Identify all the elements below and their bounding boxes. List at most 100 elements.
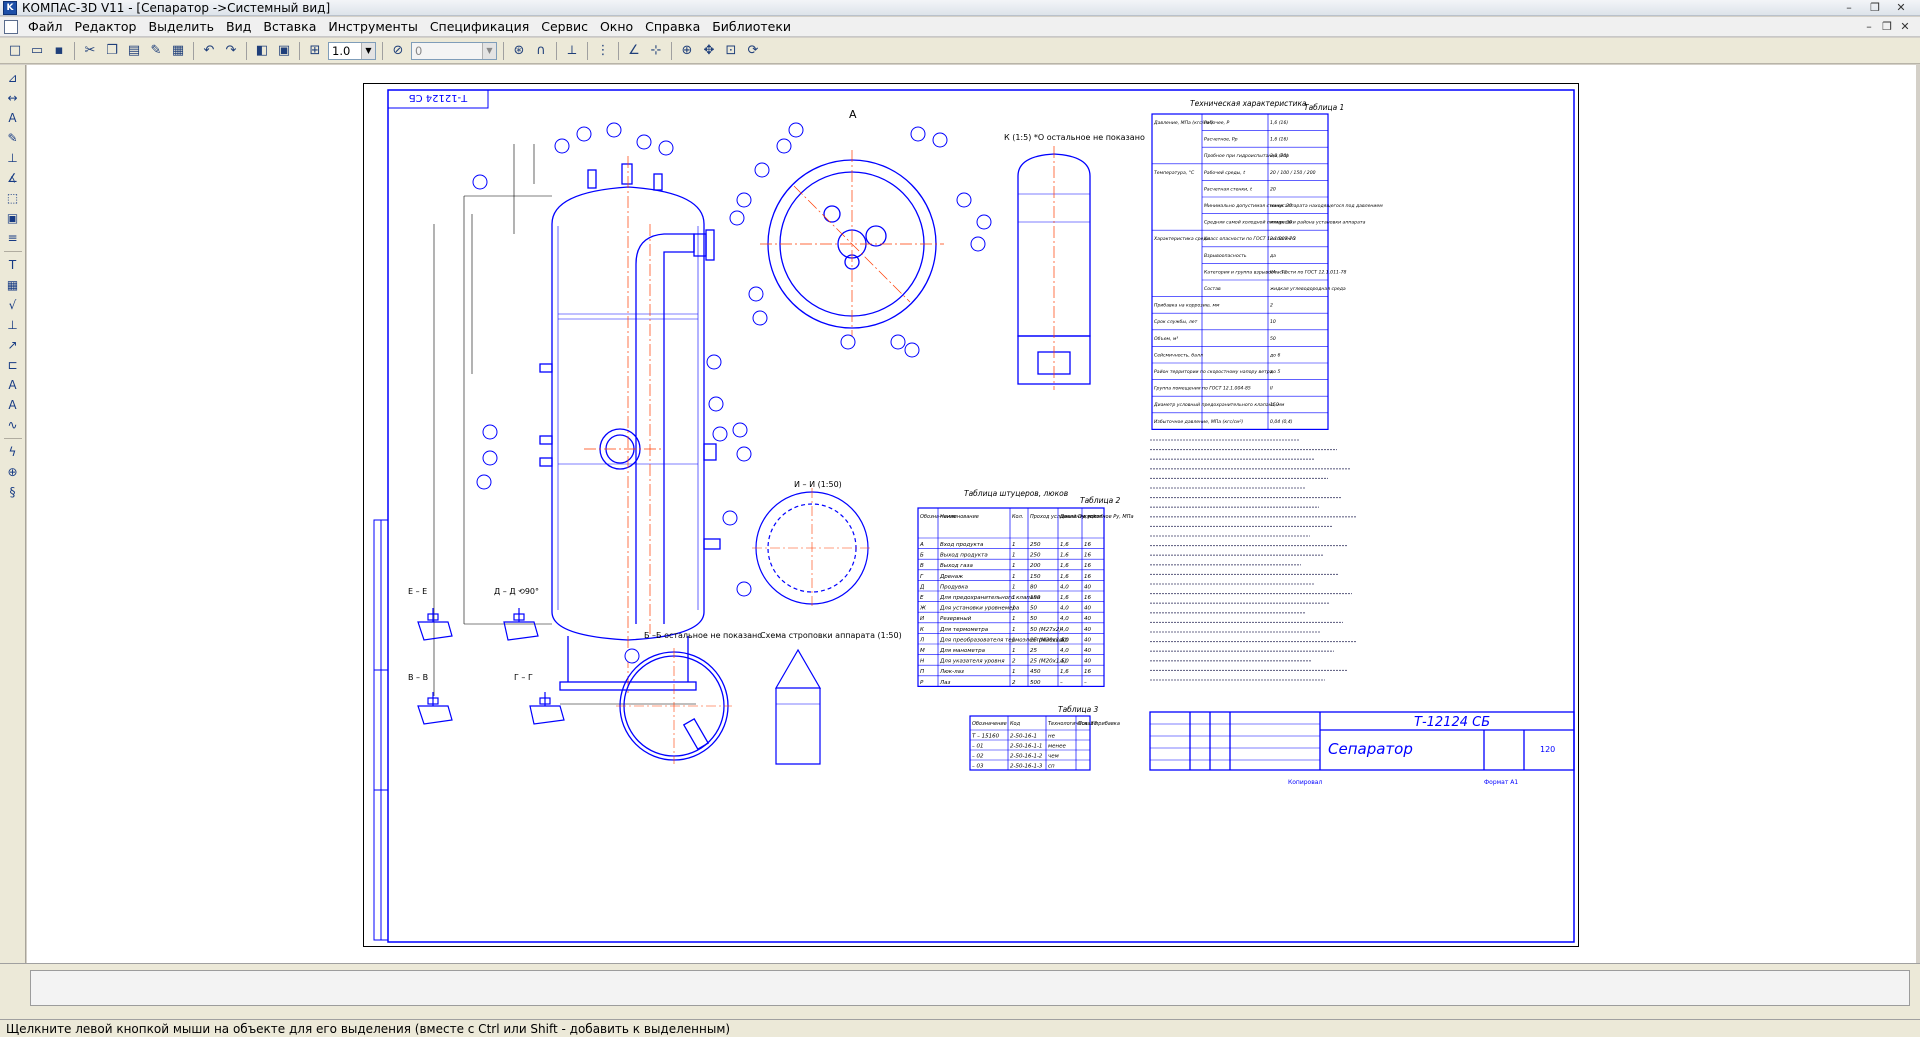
snap-icon[interactable]: ⊛: [509, 41, 529, 61]
table2-cell: Резервный: [940, 616, 972, 622]
menu-editor[interactable]: Редактор: [71, 19, 145, 34]
menu-insert[interactable]: Вставка: [259, 19, 324, 34]
menu-file[interactable]: Файл: [24, 19, 71, 34]
section-ee-label: Е – Е: [408, 587, 427, 596]
grid-icon[interactable]: ⋮: [593, 41, 613, 61]
table2-cell: 16: [1084, 574, 1091, 580]
new-icon[interactable]: □: [5, 41, 25, 61]
table2-cell: 500: [1030, 680, 1041, 686]
property-panel[interactable]: [30, 970, 1910, 1006]
drawing-workspace[interactable]: Т-12124 СБ А К (1:5) *О остальное не пок…: [27, 65, 1920, 963]
local-cs-icon[interactable]: ⊹: [646, 41, 666, 61]
doc-close-button[interactable]: ✕: [1896, 20, 1914, 33]
stamp-mass: 120: [1540, 745, 1555, 754]
table-icon[interactable]: ▦: [3, 275, 23, 295]
angle-icon[interactable]: ∠: [624, 41, 644, 61]
table2-header: кгс/см²: [1084, 514, 1103, 520]
chevron-down-icon[interactable]: ▼: [482, 42, 496, 59]
scale-combo[interactable]: 1.0 ▼: [328, 41, 376, 60]
table2-cell: 1: [1012, 595, 1016, 601]
tolerance-icon[interactable]: ⊏: [3, 355, 23, 375]
table2-cell: 40: [1084, 606, 1091, 612]
table2-cell: 50 (М27х2): [1030, 627, 1062, 633]
center-mark-icon[interactable]: ⊕: [3, 462, 23, 482]
table2-cell: 4,0: [1060, 616, 1069, 622]
document-icon[interactable]: [4, 19, 18, 34]
open-icon[interactable]: ▭: [27, 41, 47, 61]
magnet-icon[interactable]: ∩: [531, 41, 551, 61]
pan-icon[interactable]: ✥: [699, 41, 719, 61]
menu-tools[interactable]: Инструменты: [324, 19, 425, 34]
table2-cell: 16: [1084, 595, 1091, 601]
chevron-down-icon[interactable]: ▼: [361, 42, 375, 59]
kompas-app-icon: K: [3, 0, 17, 15]
table2-cell: 2: [1012, 680, 1016, 686]
close-button[interactable]: ✕: [1888, 1, 1914, 15]
scale-icon: ⊞: [309, 43, 321, 58]
leader-icon[interactable]: ↗: [3, 335, 23, 355]
table3-cell: менее: [1048, 744, 1067, 750]
menu-service[interactable]: Сервис: [537, 19, 596, 34]
table1-cell: 20: [1270, 186, 1276, 192]
undo-icon[interactable]: ↶: [199, 41, 219, 61]
table2-cell: А: [919, 542, 924, 548]
menu-select[interactable]: Выделить: [145, 19, 223, 34]
selection-icon[interactable]: ⬚: [3, 188, 23, 208]
refresh-icon[interactable]: ⟳: [743, 41, 763, 61]
parametrization-icon[interactable]: ⊥: [3, 148, 23, 168]
view-arrow-icon[interactable]: A: [3, 395, 23, 415]
table2-cell: 150: [1030, 595, 1041, 601]
doc-restore-button[interactable]: ❐: [1878, 20, 1896, 33]
copy-icon[interactable]: ❐: [102, 41, 122, 61]
table2-cell: Б: [920, 553, 924, 559]
editing-icon[interactable]: ✎: [3, 128, 23, 148]
property-bar: [0, 963, 1920, 1019]
title-bar: K КОМПАС-3D V11 - [Сепаратор ->Системный…: [0, 0, 1920, 16]
format-painter-icon[interactable]: ✎: [146, 41, 166, 61]
zoom-icon[interactable]: ⊕: [677, 41, 697, 61]
dimensions-icon[interactable]: ↔: [3, 88, 23, 108]
restore-button[interactable]: ❐: [1862, 1, 1888, 15]
spline-icon[interactable]: §: [3, 482, 23, 502]
table2-cell: 450: [1030, 669, 1041, 675]
menu-help[interactable]: Справка: [641, 19, 708, 34]
properties-icon[interactable]: ▦: [168, 41, 188, 61]
table1-cell: Расчетное, Рр: [1204, 137, 1238, 143]
window-controls: – ❐ ✕: [1836, 1, 1914, 15]
measure-icon[interactable]: ∡: [3, 168, 23, 188]
layer-combo[interactable]: 0 ▼: [411, 41, 497, 60]
axis-icon[interactable]: A: [3, 375, 23, 395]
table1-cell: Сейсмичность, балл: [1154, 352, 1203, 358]
cut-icon[interactable]: ✂: [80, 41, 100, 61]
minimize-button[interactable]: –: [1836, 1, 1862, 15]
base-icon[interactable]: ⊥: [3, 315, 23, 335]
ortho-icon[interactable]: ⟂: [562, 41, 582, 61]
menu-specification[interactable]: Спецификация: [426, 19, 537, 34]
table3-cell: сп: [1048, 764, 1055, 770]
window-title: КОМПАС-3D V11 - [Сепаратор ->Системный в…: [22, 0, 331, 15]
view-manager-icon[interactable]: ▣: [274, 41, 294, 61]
menu-libraries[interactable]: Библиотеки: [708, 19, 799, 34]
lightning-icon[interactable]: ϟ: [3, 442, 23, 462]
paste-icon[interactable]: ▤: [124, 41, 144, 61]
text-icon[interactable]: T: [3, 255, 23, 275]
associative-view-icon[interactable]: ▣: [3, 208, 23, 228]
table3-cell: 2-50-16-1: [1010, 734, 1037, 740]
drawing-sheet[interactable]: Т-12124 СБ А К (1:5) *О остальное не пок…: [363, 83, 1579, 947]
spec-icon[interactable]: ≡: [3, 228, 23, 248]
redo-icon[interactable]: ↷: [221, 41, 241, 61]
roughness-icon[interactable]: √: [3, 295, 23, 315]
menu-window[interactable]: Окно: [596, 19, 641, 34]
drawing-canvas[interactable]: Т-12124 СБ А К (1:5) *О остальное не пок…: [364, 84, 1580, 948]
menu-view[interactable]: Вид: [222, 19, 259, 34]
doc-minimize-button[interactable]: –: [1860, 20, 1878, 33]
table1-cell: Группа помещения по ГОСТ 12.1.004-85: [1154, 386, 1251, 392]
layers-icon[interactable]: ◧: [252, 41, 272, 61]
symbols-icon[interactable]: A: [3, 108, 23, 128]
zoom-window-icon[interactable]: ⊡: [721, 41, 741, 61]
wave-icon[interactable]: ∿: [3, 415, 23, 435]
save-icon[interactable]: ▪: [49, 41, 69, 61]
geometry-icon[interactable]: ⊿: [3, 68, 23, 88]
table2-cell: Для предохранительного клапана: [939, 595, 1041, 601]
table3-header: Код: [1010, 721, 1021, 727]
